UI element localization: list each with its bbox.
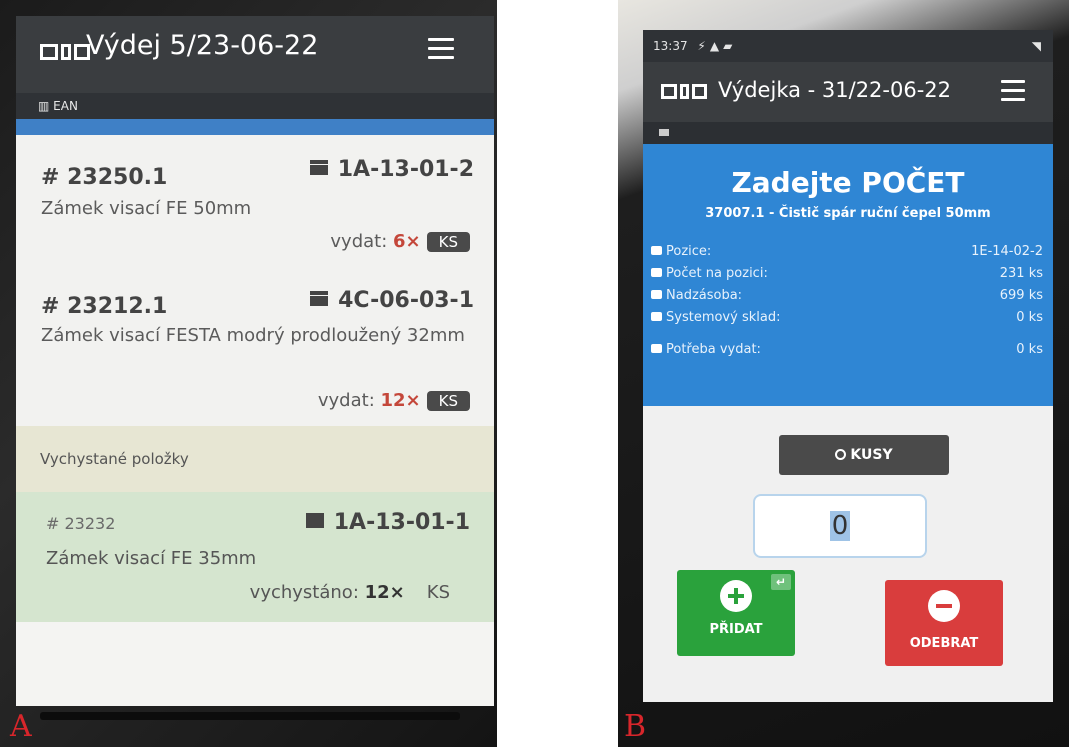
hamburger-menu-icon[interactable]	[1001, 80, 1025, 107]
item-name: Zámek visací FE 50mm	[41, 198, 252, 219]
status-bar: 13:37 ⚡▲▰ ◥	[643, 30, 1053, 62]
page-title: Výdejka - 31/22-06-22	[718, 78, 952, 102]
page-title: Výdej 5/23-06-22	[86, 30, 319, 61]
info-row-count: Počet na pozici: 231 ks	[651, 266, 1043, 281]
item-name: Zámek visací FESTA modrý prodloužený 32m…	[41, 325, 465, 346]
remove-button[interactable]: ODEBRAT	[885, 580, 1003, 666]
photo-panel-a: Výdej 5/23-06-22 ▥ EAN # 23250.1 1A-13-0…	[0, 0, 497, 747]
sign-out-icon	[651, 344, 662, 353]
app-bar: Výdejka - 31/22-06-22	[643, 62, 1053, 122]
add-button-label: PŘIDAT	[709, 622, 763, 637]
unit-badge: KS	[426, 391, 470, 411]
plus-circle-icon	[720, 580, 752, 612]
item-number: # 23232	[46, 514, 116, 533]
info-row-surplus: Nadzásoba: 699 ks	[651, 288, 1043, 303]
gear-icon	[651, 290, 662, 299]
issue-quantity: vydat: 12× KS	[318, 390, 470, 411]
device-bezel	[40, 712, 460, 720]
minus-circle-icon	[928, 590, 960, 622]
cts-logo-icon	[661, 84, 707, 99]
position-icon	[651, 246, 662, 255]
panel-label-b: B	[624, 709, 647, 744]
prompt-heading: Zadejte POČET	[731, 166, 965, 199]
product-name: 37007.1 - Čistič spár ruční čepel 50mm	[705, 206, 991, 221]
ean-bar[interactable]: ▥ EAN	[16, 93, 494, 119]
issue-quantity: vydat: 6× KS	[330, 231, 470, 252]
gear-icon	[835, 449, 847, 460]
box-icon	[309, 160, 328, 175]
picked-item[interactable]: # 23232 1A-13-01-1 Zámek visací FE 35mm …	[16, 492, 494, 622]
info-row-system-stock: Systemový sklad: 0 ks	[651, 310, 1043, 325]
box-icon	[651, 312, 662, 321]
hamburger-menu-icon[interactable]	[428, 38, 454, 65]
section-header: Vychystané položky	[16, 426, 494, 492]
quantity-input[interactable]: 0	[753, 494, 927, 558]
info-row-position: Pozice: 1E-14-02-2	[651, 244, 1043, 259]
item-number: # 23212.1	[41, 294, 168, 319]
list-item[interactable]: # 23250.1 1A-13-01-2 Zámek visací FE 50m…	[16, 135, 494, 261]
panel-label-a: A	[10, 709, 32, 744]
sub-bar	[643, 122, 1053, 144]
unit-badge: KS	[426, 232, 470, 252]
notification-icons: ⚡▲▰	[697, 39, 737, 53]
unit-select-button[interactable]: KUSY	[779, 435, 949, 475]
accent-strip	[16, 119, 494, 135]
item-location: 1A-13-01-1	[305, 510, 470, 535]
barcode-icon	[659, 129, 669, 136]
info-panel: Zadejte POČET 37007.1 - Čistič spár ručn…	[643, 144, 1053, 406]
item-name: Zámek visací FE 35mm	[46, 548, 257, 569]
enter-key-icon: ↵	[771, 574, 791, 590]
item-location: 4C-06-03-1	[310, 288, 474, 313]
item-number: # 23250.1	[41, 165, 168, 190]
box-icon	[305, 513, 324, 528]
cubes-icon	[651, 268, 662, 277]
app-bar: Výdej 5/23-06-22	[16, 16, 494, 93]
info-row-required: Potřeba vydat: 0 ks	[651, 342, 1043, 357]
list-item[interactable]: # 23212.1 4C-06-03-1 Zámek visací FESTA …	[16, 260, 494, 427]
cts-logo-icon	[40, 44, 90, 60]
status-time: 13:37	[653, 39, 688, 53]
barcode-icon: ▥	[38, 99, 54, 113]
item-location: 1A-13-01-2	[309, 157, 474, 182]
box-icon	[310, 291, 329, 306]
screen-b: 13:37 ⚡▲▰ ◥ Výdejka - 31/22-06-22 Zadejt…	[643, 30, 1053, 702]
ean-label: EAN	[53, 99, 78, 113]
wifi-icon: ◥	[1031, 39, 1041, 53]
picked-quantity: vychystáno: 12× KS	[249, 582, 450, 603]
screen-a: Výdej 5/23-06-22 ▥ EAN # 23250.1 1A-13-0…	[16, 16, 494, 706]
add-button[interactable]: ↵ PŘIDAT	[677, 570, 795, 656]
remove-button-label: ODEBRAT	[909, 636, 979, 651]
